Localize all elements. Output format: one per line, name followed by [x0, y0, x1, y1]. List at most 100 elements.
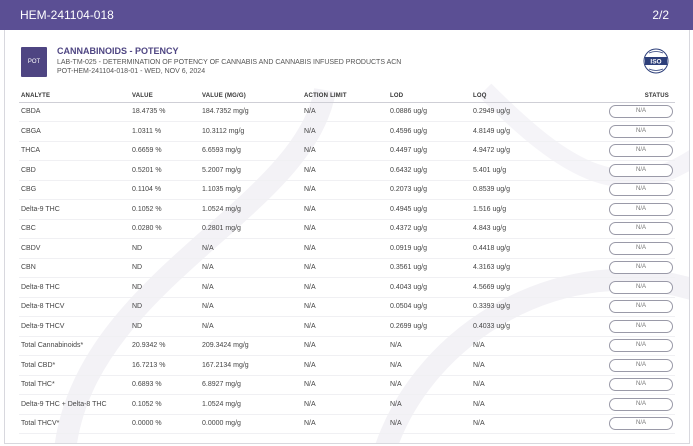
cell-value-mg: N/A	[200, 238, 302, 259]
status-badge: N/A	[609, 144, 673, 158]
cell-loq: 5.401 ug/g	[471, 160, 561, 181]
cell-status: N/A	[561, 394, 675, 415]
status-badge: N/A	[609, 124, 673, 138]
table-row: CBG 0.1104 % 1.1035 mg/g N/A 0.2073 ug/g 0.85…	[19, 180, 675, 200]
cell-action-limit: N/A	[302, 141, 388, 161]
cell-value-mg: 6.8927 mg/g	[200, 375, 302, 395]
cell-analyte: Delta-8 THC	[19, 277, 130, 298]
status-badge: N/A	[609, 319, 673, 333]
cell-action-limit: N/A	[302, 316, 388, 337]
cell-loq: 4.3163 ug/g	[471, 258, 561, 278]
status-badge: N/A	[609, 300, 673, 314]
cell-value: 18.4735 %	[130, 102, 200, 122]
cell-loq: N/A	[471, 394, 561, 415]
cell-value-mg: N/A	[200, 297, 302, 317]
section-header: POT CANNABINOIDS - POTENCY LAB-TM-025 - …	[19, 44, 675, 84]
table-row: Delta-8 THCV ND N/A N/A 0.0504 ug/g 0.3393 ug…	[19, 297, 675, 317]
cell-action-limit: N/A	[302, 258, 388, 278]
status-badge: N/A	[609, 397, 673, 411]
cell-loq: 4.9472 ug/g	[471, 141, 561, 161]
cell-status: N/A	[561, 180, 675, 200]
cell-value-mg: 1.1035 mg/g	[200, 180, 302, 200]
col-header-lod: LOD	[388, 90, 471, 103]
cell-analyte: CBN	[19, 258, 130, 278]
col-header-value-mg: VALUE (MG/G)	[200, 90, 302, 103]
cell-lod: N/A	[388, 375, 471, 395]
cell-lod: 0.6432 ug/g	[388, 160, 471, 181]
cell-loq: N/A	[471, 375, 561, 395]
cell-status: N/A	[561, 297, 675, 317]
cell-action-limit: N/A	[302, 180, 388, 200]
cell-status: N/A	[561, 102, 675, 122]
cell-loq: 4.8149 ug/g	[471, 121, 561, 142]
status-badge: N/A	[609, 417, 673, 431]
cell-action-limit: N/A	[302, 394, 388, 415]
cell-status: N/A	[561, 258, 675, 278]
status-badge: N/A	[609, 339, 673, 353]
cell-analyte: CBC	[19, 219, 130, 239]
cell-value: 16.7213 %	[130, 355, 200, 376]
cell-lod: 0.3561 ug/g	[388, 258, 471, 278]
status-badge: N/A	[609, 222, 673, 236]
report-id: HEM-241104-018	[20, 8, 114, 22]
cell-action-limit: N/A	[302, 375, 388, 395]
cell-lod: 0.4945 ug/g	[388, 199, 471, 220]
cell-value: 0.6893 %	[130, 375, 200, 395]
cell-lod: N/A	[388, 336, 471, 356]
cell-analyte: THCA	[19, 141, 130, 161]
cell-value-mg: 184.7352 mg/g	[200, 102, 302, 122]
cell-loq: 0.2949 ug/g	[471, 102, 561, 122]
cell-lod: 0.4372 ug/g	[388, 219, 471, 239]
cell-value-mg: 0.2801 mg/g	[200, 219, 302, 239]
status-badge: N/A	[609, 261, 673, 275]
cell-value-mg: 1.0524 mg/g	[200, 394, 302, 415]
cell-value: 0.1052 %	[130, 199, 200, 220]
cell-status: N/A	[561, 219, 675, 239]
cell-value: ND	[130, 258, 200, 278]
table-row: Total THC* 0.6893 % 6.8927 mg/g N/A N/A N/A N/…	[19, 375, 675, 395]
cell-lod: 0.4043 ug/g	[388, 277, 471, 298]
cell-status: N/A	[561, 121, 675, 142]
status-badge: N/A	[609, 241, 673, 255]
status-badge: N/A	[609, 183, 673, 197]
cell-value: ND	[130, 277, 200, 298]
potency-badge: POT	[21, 47, 47, 77]
cell-value: 0.1104 %	[130, 180, 200, 200]
iso-accreditation-icon: ISO	[643, 48, 669, 74]
cell-analyte: Delta-9 THC	[19, 199, 130, 220]
cell-analyte: Delta-8 THCV	[19, 297, 130, 317]
cell-value: ND	[130, 316, 200, 337]
iso-text: ISO	[650, 59, 661, 66]
cell-lod: N/A	[388, 394, 471, 415]
cell-loq: 0.4418 ug/g	[471, 238, 561, 259]
cell-status: N/A	[561, 277, 675, 298]
sample-info: POT-HEM-241104-018-01 - WED, NOV 6, 2024	[57, 68, 206, 75]
table-row: THCA 0.6659 % 6.6593 mg/g N/A 0.4497 ug/g 4.9…	[19, 141, 675, 161]
table-row: CBN ND N/A N/A 0.3561 ug/g 4.3163 ug/g N/A	[19, 258, 675, 278]
cell-loq: N/A	[471, 336, 561, 356]
cell-action-limit: N/A	[302, 414, 388, 434]
cell-value: ND	[130, 297, 200, 317]
potency-results-table: ANALYTE VALUE VALUE (MG/G) ACTION LIMIT …	[19, 90, 675, 434]
status-badge: N/A	[609, 280, 673, 294]
status-badge: N/A	[609, 378, 673, 392]
cell-value-mg: 209.3424 mg/g	[200, 336, 302, 356]
cell-status: N/A	[561, 355, 675, 376]
cell-value: 0.5201 %	[130, 160, 200, 181]
cell-value: 0.0000 %	[130, 414, 200, 434]
status-badge: N/A	[609, 105, 673, 119]
col-header-analyte: ANALYTE	[19, 90, 130, 103]
cell-action-limit: N/A	[302, 297, 388, 317]
cell-status: N/A	[561, 336, 675, 356]
status-badge: N/A	[609, 202, 673, 216]
cell-status: N/A	[561, 238, 675, 259]
col-header-loq: LOQ	[471, 90, 561, 103]
col-header-value: VALUE	[130, 90, 200, 103]
cell-loq: 1.516 ug/g	[471, 199, 561, 220]
cell-analyte: CBD	[19, 160, 130, 181]
cell-analyte: Delta-9 THCV	[19, 316, 130, 337]
cell-analyte: Total THCV*	[19, 414, 130, 434]
cell-status: N/A	[561, 414, 675, 434]
cell-value-mg: 5.2007 mg/g	[200, 160, 302, 181]
table-row: Delta-8 THC ND N/A N/A 0.4043 ug/g 4.5669 ug/…	[19, 277, 675, 298]
